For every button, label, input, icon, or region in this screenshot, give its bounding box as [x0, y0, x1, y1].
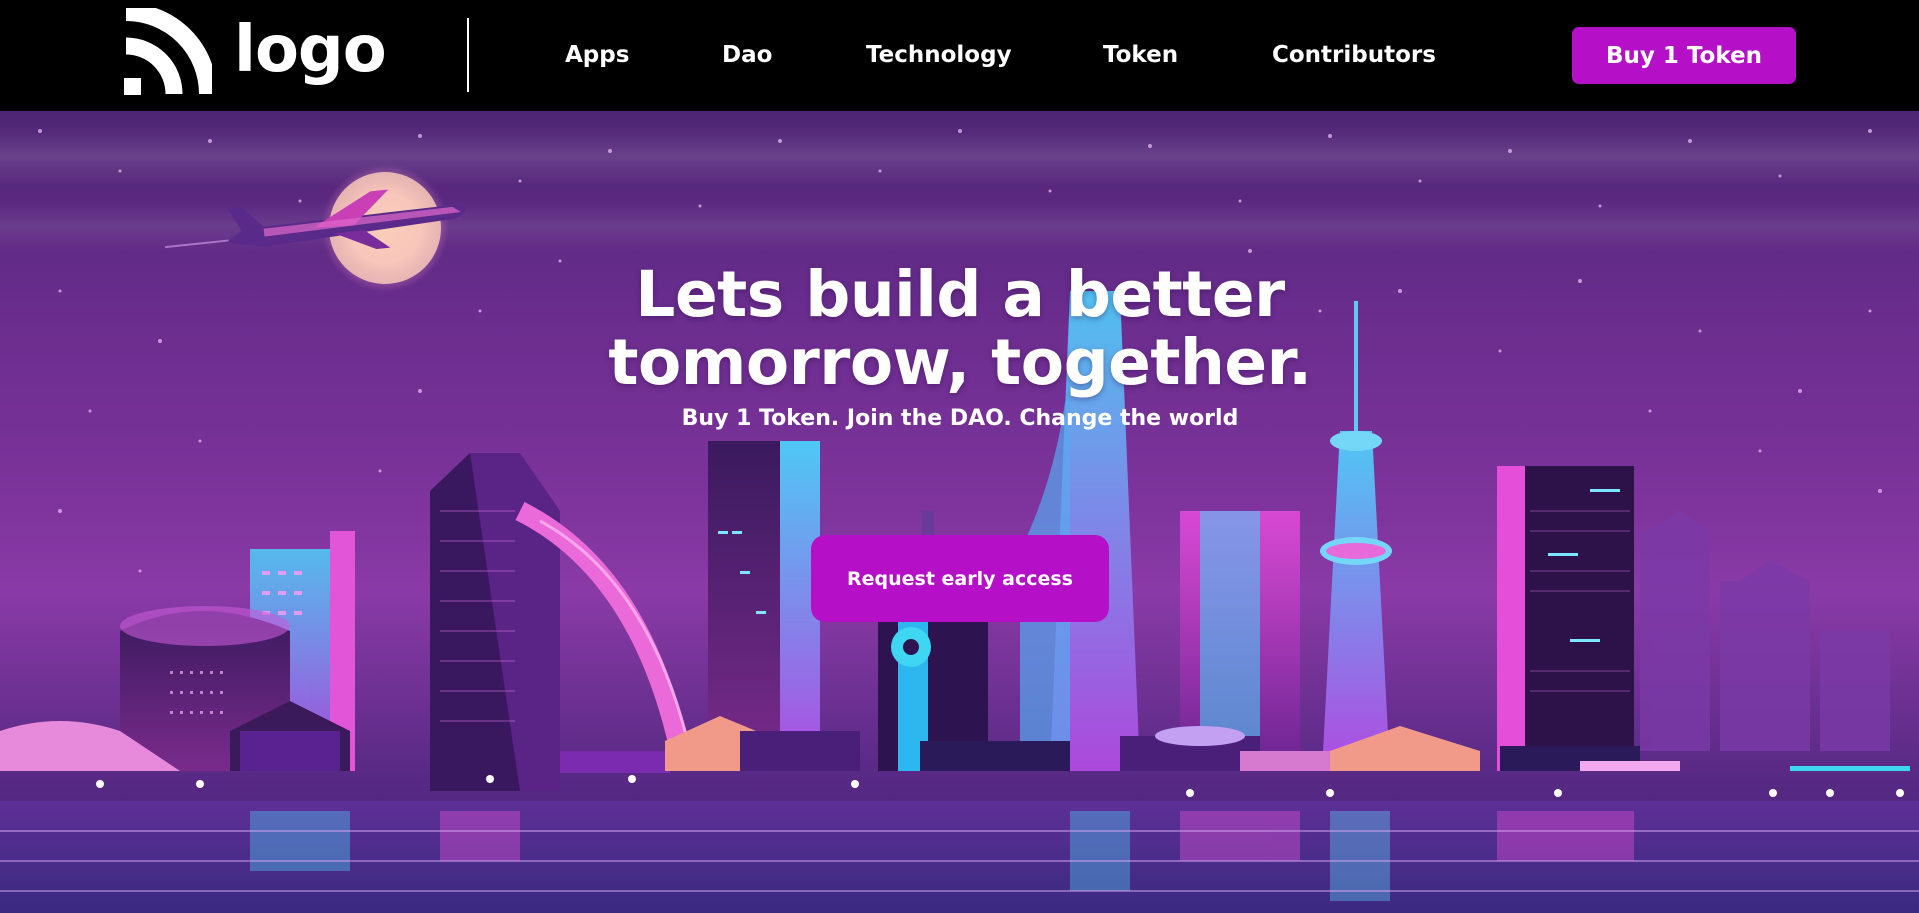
request-early-access-button[interactable]: Request early access: [811, 535, 1109, 622]
logo[interactable]: logo: [124, 8, 387, 96]
hero-title-line-1: Lets build a better: [635, 258, 1285, 331]
nav-link-technology[interactable]: Technology: [866, 38, 1012, 72]
logo-mark-icon: [124, 8, 212, 95]
hero-subtitle: Buy 1 Token. Join the DAO. Change the wo…: [681, 406, 1239, 431]
hero-section: Lets build a better tomorrow, together. …: [0, 111, 1919, 913]
hero-city-illustration: [0, 126, 1919, 913]
buy-token-button[interactable]: Buy 1 Token: [1572, 27, 1796, 84]
nav-link-apps[interactable]: Apps: [565, 38, 629, 72]
hero-title: Lets build a better tomorrow, together.: [560, 261, 1360, 397]
logo-text: logo: [234, 13, 387, 87]
hero-title-line-2: tomorrow, together.: [608, 326, 1312, 399]
top-navbar: logo Apps Dao Technology Token Contribut…: [0, 0, 1919, 111]
nav-link-token[interactable]: Token: [1103, 38, 1178, 72]
nav-divider: [467, 18, 469, 92]
nav-link-contributors[interactable]: Contributors: [1272, 38, 1436, 72]
nav-link-dao[interactable]: Dao: [722, 38, 772, 72]
